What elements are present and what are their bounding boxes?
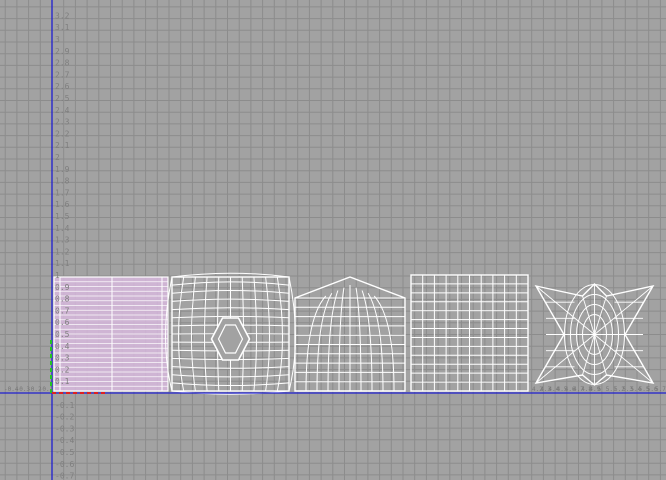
v-tick-label: 0.1 — [55, 377, 70, 386]
uv-edge — [338, 287, 345, 392]
v-tick-label: 2.7 — [55, 70, 70, 79]
v-tick-label: 3.1 — [55, 23, 70, 32]
v-tick-label: -0.6 — [55, 460, 74, 469]
v-tick-label: 1.6 — [55, 200, 70, 209]
uv-shells[interactable] — [53, 272, 655, 395]
v-tick-label: 2.4 — [55, 106, 70, 115]
uv-shell-4[interactable] — [410, 274, 529, 392]
v-tick-label: 3.2 — [55, 11, 70, 20]
v-tick-label: -0.2 — [55, 413, 74, 422]
v-tick-label: 2.3 — [55, 118, 70, 127]
v-tick-label: 2.5 — [55, 94, 70, 103]
v-tick-label: 1.1 — [55, 259, 70, 268]
v-tick-label: -0.7 — [55, 472, 74, 480]
uv-shell-2[interactable] — [165, 272, 296, 395]
v-tick-label: 1.2 — [55, 247, 70, 256]
uv-edge — [361, 290, 373, 392]
v-tick-label: 2.6 — [55, 82, 70, 91]
v-tick-label: 2.9 — [55, 47, 70, 56]
uv-edge — [355, 287, 362, 392]
uv-grid — [0, 0, 666, 480]
v-tick-label: 3 — [55, 35, 60, 44]
v-tick-label: 0.9 — [55, 283, 70, 292]
v-tick-label: 1.9 — [55, 165, 70, 174]
v-tick-label: 0.6 — [55, 318, 70, 327]
v-tick-label: 2.1 — [55, 141, 70, 150]
v-tick-label: -0.1 — [55, 401, 74, 410]
uv-grid-canvas[interactable]: 3.2 3.1 3 2.9 2.8 2.7 2.6 2.5 2.4 2.3 2.2 2.1 2 1.9 1.… — [0, 0, 666, 480]
u-tick-label: 5 — [598, 386, 602, 393]
v-tick-label: 0.2 — [55, 365, 70, 374]
v-tick-label: -0.5 — [55, 448, 74, 457]
v-tick-label: 0.5 — [55, 330, 70, 339]
uv-edge — [582, 295, 595, 335]
v-tick-label: 2.2 — [55, 129, 70, 138]
v-tick-label: 1.7 — [55, 188, 70, 197]
v-tick-label: -0.3 — [55, 424, 74, 433]
v-axis-tick-labels: 3.2 3.1 3 2.9 2.8 2.7 2.6 2.5 2.4 2.3 2.2 2.1 2 1.9 1.… — [55, 11, 74, 480]
uv-edge — [594, 295, 607, 335]
v-tick-label: 1 — [55, 271, 60, 280]
v-tick-label: 1.4 — [55, 224, 70, 233]
v-tick-label: -0.4 — [55, 436, 74, 445]
v-tick-label: 2 — [55, 153, 60, 162]
v-tick-label: 0.4 — [55, 342, 70, 351]
v-tick-label: 1.3 — [55, 236, 70, 245]
v-tick-label: 1.8 — [55, 177, 70, 186]
v-tick-label: 1.5 — [55, 212, 70, 221]
v-tick-label: 0.3 — [55, 354, 70, 363]
v-tick-label: 2.8 — [55, 59, 70, 68]
uv-editor-viewport[interactable]: 3.2 3.1 3 2.9 2.8 2.7 2.6 2.5 2.4 2.3 2.2 2.1 2 1.9 1.… — [0, 0, 666, 480]
v-tick-label: 0.8 — [55, 295, 70, 304]
v-tick-label: 0.7 — [55, 306, 70, 315]
u-tick-label: 5.7 — [655, 386, 666, 393]
uv-shell-1[interactable] — [53, 276, 169, 392]
